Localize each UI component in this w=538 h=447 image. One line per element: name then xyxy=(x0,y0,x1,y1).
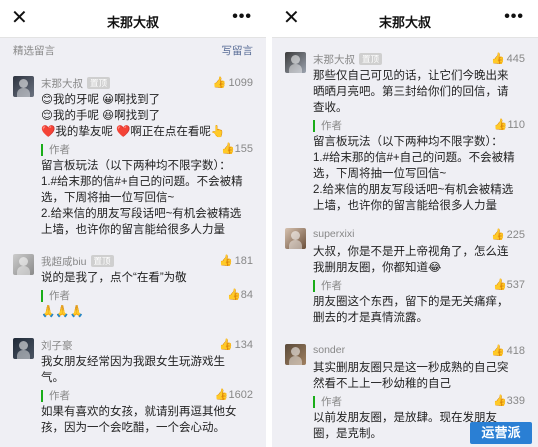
pinned-badge: 置顶 xyxy=(359,53,383,65)
avatar[interactable] xyxy=(13,76,34,97)
like-button[interactable]: 👍 418 xyxy=(491,344,525,357)
comment-text: 说的是我了，点个“在看”为敬 xyxy=(41,272,187,284)
thumb-up-icon: 👍 xyxy=(218,255,233,267)
author-reply-label: 作者 xyxy=(313,120,342,132)
comment-text: 我女朋友经常因为我跟女生玩游戏生 气。 xyxy=(41,356,225,384)
comment-nickname[interactable]: superxixi xyxy=(313,228,354,240)
right-screen: ✕ 末那大叔 ••• 末那大叔 置顶 👍 445 那些仅自己可见的话，让它们今晚出来… xyxy=(272,0,538,447)
author-reply-label: 作者 xyxy=(41,290,70,302)
like-button[interactable]: 👍 225 xyxy=(491,228,525,241)
author-reply-text: 如果有喜欢的女孩，就请别再逗其他女 孩，因为一个会吃醋，一个会心动。 xyxy=(41,406,237,434)
like-button[interactable]: 👍 445 xyxy=(491,52,525,65)
comment-nickname[interactable]: 末那大叔 置顶 xyxy=(313,52,383,67)
like-button[interactable]: 👍 134 xyxy=(219,338,253,351)
author-reply-label: 作者 xyxy=(313,396,342,408)
author-reply-label: 作者 xyxy=(41,390,70,402)
author-reply-label: 作者 xyxy=(313,280,342,292)
top-bar: ✕ 末那大叔 ••• xyxy=(0,0,266,38)
reply-like-button[interactable]: 👍537 xyxy=(493,278,525,291)
thumb-up-icon: 👍 xyxy=(212,77,227,89)
thumb-up-icon: 👍 xyxy=(214,389,229,401)
pinned-badge: 置顶 xyxy=(90,255,114,267)
more-icon[interactable]: ••• xyxy=(504,8,524,26)
author-reply-text: 朋友圈这个东西，留下的是无关痛痒， 删去的才是真情流露。 xyxy=(313,296,509,324)
left-screen: ✕ 末那大叔 ••• 精选留言 写留言 末那大叔 置顶 👍 1099 😊我的牙呢 😀… xyxy=(0,0,266,447)
more-icon[interactable]: ••• xyxy=(232,8,252,26)
comment-text: 😊我的牙呢 😀啊找到了 😌我的手呢 😆啊找到了 ❤️我的挚友呢 ❤️啊正在点在看… xyxy=(41,94,226,138)
thumb-up-icon: 👍 xyxy=(490,345,505,357)
comment-nickname[interactable]: 我超咸biu 置顶 xyxy=(41,254,114,269)
comment-text: 那些仅自己可见的话，让它们今晚出来 晒晒月亮吧。第三封给你们的回信，请 查收。 xyxy=(313,70,509,114)
author-reply-label: 作者 xyxy=(41,144,70,156)
page-title: 末那大叔 xyxy=(378,15,431,30)
thumb-up-icon: 👍 xyxy=(493,119,508,131)
like-button[interactable]: 👍 1099 xyxy=(213,76,253,89)
featured-comments-label: 精选留言 xyxy=(13,45,55,57)
comment-nickname[interactable]: 刘子豪 xyxy=(41,338,73,353)
thumb-up-icon: 👍 xyxy=(490,53,505,65)
author-reply-text: 留言板玩法（以下两种均不限字数）： 1.#给末那的信#+自己的问题。不会被精 选… xyxy=(313,136,515,212)
write-comment-link[interactable]: 写留言 xyxy=(222,43,254,58)
top-bar: ✕ 末那大叔 ••• xyxy=(272,0,538,38)
thumb-up-icon: 👍 xyxy=(490,229,505,241)
author-reply-text: 🙏🙏🙏 xyxy=(41,306,84,318)
like-button[interactable]: 👍 181 xyxy=(219,254,253,267)
thumb-up-icon: 👍 xyxy=(492,395,507,407)
avatar[interactable] xyxy=(285,228,306,249)
comment-text: 大叔，你是不是开上帝视角了，怎么连 我删朋友圈，你都知道😂 xyxy=(313,246,509,274)
thumb-up-icon: 👍 xyxy=(227,289,241,301)
author-reply-text: 留言板玩法（以下两种均不限字数）： 1.#给末那的信#+自己的问题。不会被精 选… xyxy=(41,160,243,236)
comment-nickname[interactable]: sonder xyxy=(313,344,345,356)
comment-nickname[interactable]: 末那大叔 置顶 xyxy=(41,76,111,91)
thumb-up-icon: 👍 xyxy=(218,339,233,351)
reply-like-button[interactable]: 👍155 xyxy=(221,142,253,155)
avatar[interactable] xyxy=(285,344,306,365)
thumb-up-icon: 👍 xyxy=(220,143,235,155)
reply-like-button[interactable]: 👍84 xyxy=(227,288,253,301)
section-header: 精选留言 写留言 xyxy=(0,38,266,60)
page-title: 末那大叔 xyxy=(106,15,159,30)
comment-text: 其实删朋友圈只是这一秒成熟的自己突 然看不上上一秒幼稚的自己 xyxy=(313,362,509,390)
reply-like-button[interactable]: 👍110 xyxy=(494,118,525,131)
pinned-badge: 置顶 xyxy=(87,77,111,89)
avatar[interactable] xyxy=(285,52,306,73)
reply-like-button[interactable]: 👍339 xyxy=(493,394,525,407)
thumb-up-icon: 👍 xyxy=(492,279,507,291)
avatar[interactable] xyxy=(13,254,34,275)
watermark-logo: 运营派 xyxy=(470,422,532,444)
reply-like-button[interactable]: 👍1602 xyxy=(215,388,253,401)
avatar[interactable] xyxy=(13,338,34,359)
